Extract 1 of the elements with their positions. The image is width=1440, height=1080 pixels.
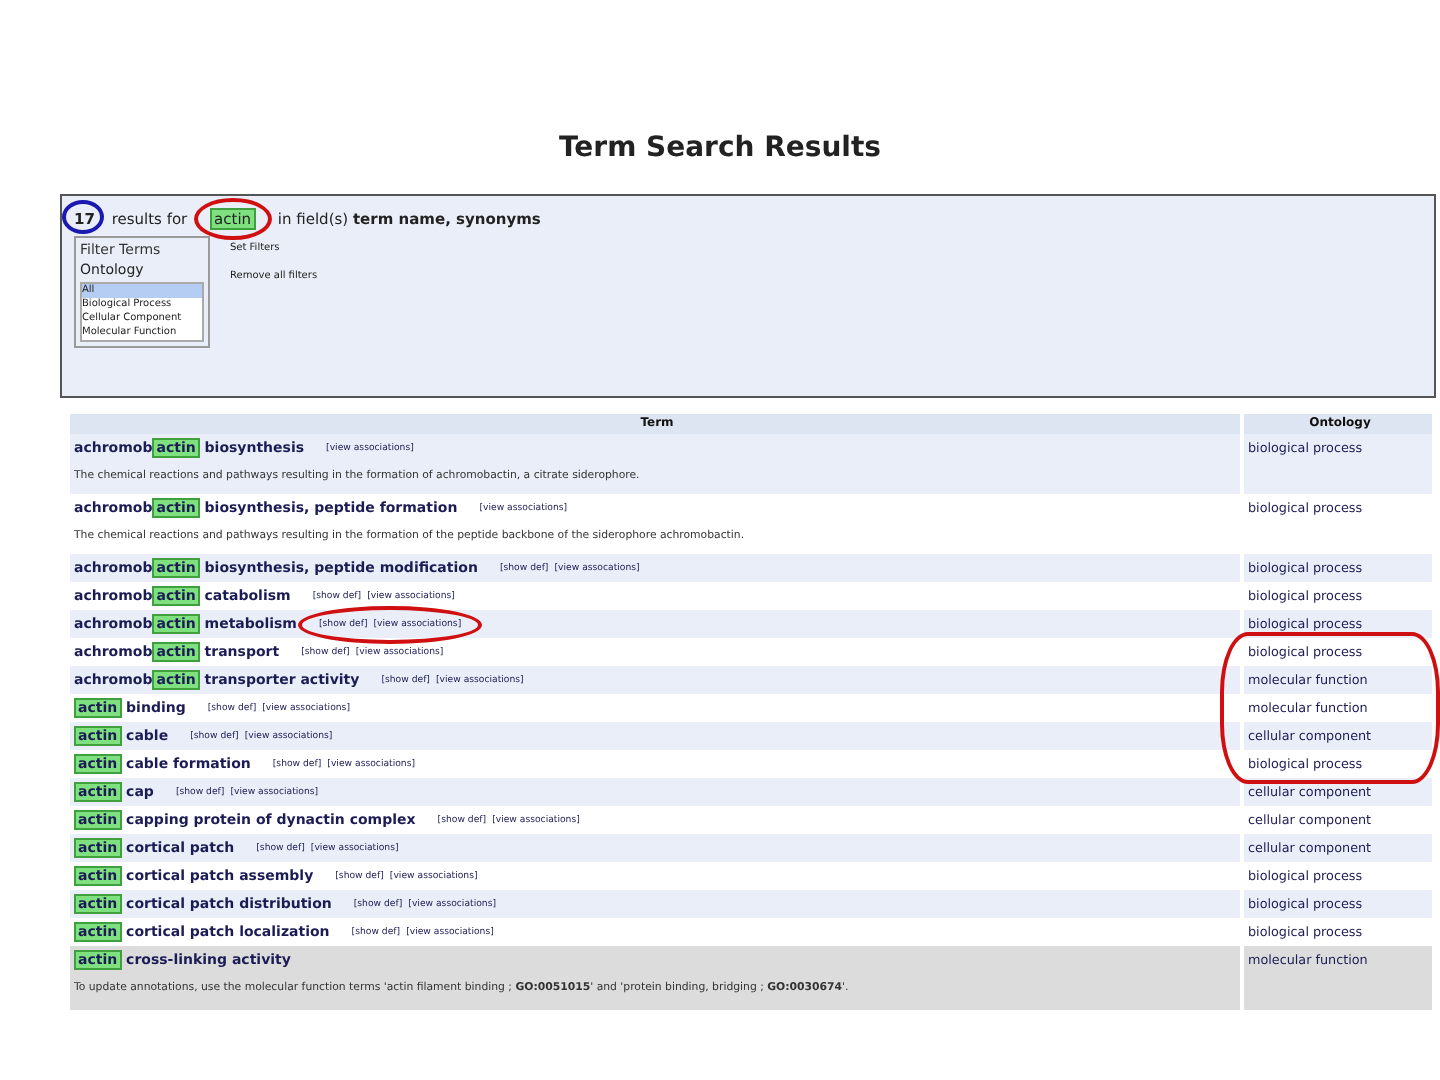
- page-title: Term Search Results: [556, 130, 884, 168]
